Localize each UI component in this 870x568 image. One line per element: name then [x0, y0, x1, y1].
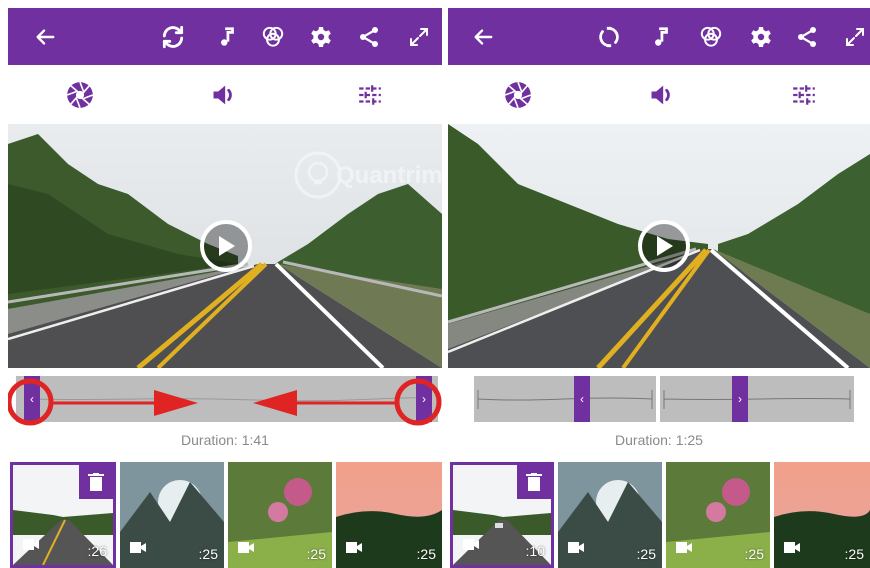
clip-duration: :25 — [636, 546, 656, 562]
duration-label: Duration: 1:41 — [181, 432, 269, 448]
expand-icon[interactable] — [840, 22, 870, 52]
video-camera-icon — [568, 540, 584, 558]
clip-thumbnail[interactable]: :25 — [336, 462, 442, 568]
clip-thumbnail[interactable]: :25 — [666, 462, 770, 568]
video-camera-icon — [238, 540, 254, 558]
aperture-icon[interactable] — [502, 80, 534, 110]
trim-end-handle[interactable]: › — [732, 376, 748, 422]
clip-thumbnail[interactable]: :10 — [450, 462, 554, 568]
sliders-icon[interactable] — [788, 80, 820, 110]
gear-icon[interactable] — [306, 22, 336, 52]
music-note-icon[interactable] — [212, 22, 242, 52]
top-toolbar — [8, 8, 442, 65]
waveform — [663, 390, 851, 409]
play-button[interactable] — [638, 220, 690, 272]
clip-duration: :10 — [525, 543, 545, 559]
trash-icon[interactable] — [79, 465, 113, 499]
editor-panel-left: Quantrimang ‹ › Duration: 1:41 :26 :25 :… — [8, 0, 442, 568]
sliders-icon[interactable] — [354, 80, 386, 110]
refresh-icon[interactable] — [594, 22, 624, 52]
annotation-arrows — [8, 378, 442, 426]
editor-panel-right: ‹ › Duration: 1:25 :10 :25 :25 :25 — [448, 0, 870, 568]
video-camera-icon — [130, 540, 146, 558]
video-preview[interactable] — [448, 124, 870, 368]
video-camera-icon — [346, 540, 362, 558]
waveform — [477, 390, 653, 409]
back-arrow-icon[interactable] — [30, 22, 60, 52]
clip-duration: :25 — [416, 546, 436, 562]
video-camera-icon — [676, 540, 692, 558]
video-camera-icon — [23, 537, 39, 555]
duration-label: Duration: 1:25 — [615, 432, 703, 448]
clip-duration: :26 — [87, 543, 107, 559]
trim-start-handle[interactable]: ‹ — [574, 376, 590, 422]
clip-duration: :25 — [198, 546, 218, 562]
clip-thumbnail[interactable]: :25 — [558, 462, 662, 568]
share-icon[interactable] — [792, 22, 822, 52]
play-button[interactable] — [200, 220, 252, 272]
refresh-icon[interactable] — [158, 22, 188, 52]
volume-icon[interactable] — [208, 80, 240, 110]
clip-thumbnail[interactable]: :25 — [120, 462, 224, 568]
expand-icon[interactable] — [404, 22, 434, 52]
volume-icon[interactable] — [646, 80, 678, 110]
watermark-text: Quantrimang — [336, 162, 442, 189]
trash-icon[interactable] — [517, 465, 551, 499]
gear-icon[interactable] — [746, 22, 776, 52]
clip-thumbnail[interactable]: :26 — [10, 462, 116, 568]
clip-thumbnail[interactable]: :25 — [774, 462, 870, 568]
trim-timeline-segment[interactable]: ‹ — [474, 376, 656, 422]
video-camera-icon — [784, 540, 800, 558]
music-note-icon[interactable] — [646, 22, 676, 52]
clip-duration: :25 — [744, 546, 764, 562]
edit-mode-bar — [8, 66, 442, 124]
watermark-logo: Quantrimang — [290, 150, 442, 200]
video-preview[interactable]: Quantrimang — [8, 124, 442, 368]
aperture-icon[interactable] — [64, 80, 96, 110]
edit-mode-bar — [448, 66, 870, 124]
filters-icon[interactable] — [696, 22, 726, 52]
share-icon[interactable] — [354, 22, 384, 52]
back-arrow-icon[interactable] — [468, 22, 498, 52]
video-camera-icon — [463, 537, 479, 555]
filters-icon[interactable] — [258, 22, 288, 52]
trim-timeline-segment[interactable]: › — [660, 376, 854, 422]
clip-duration: :25 — [844, 546, 864, 562]
clip-thumbnail[interactable]: :25 — [228, 462, 332, 568]
top-toolbar — [448, 8, 870, 65]
clip-duration: :25 — [306, 546, 326, 562]
